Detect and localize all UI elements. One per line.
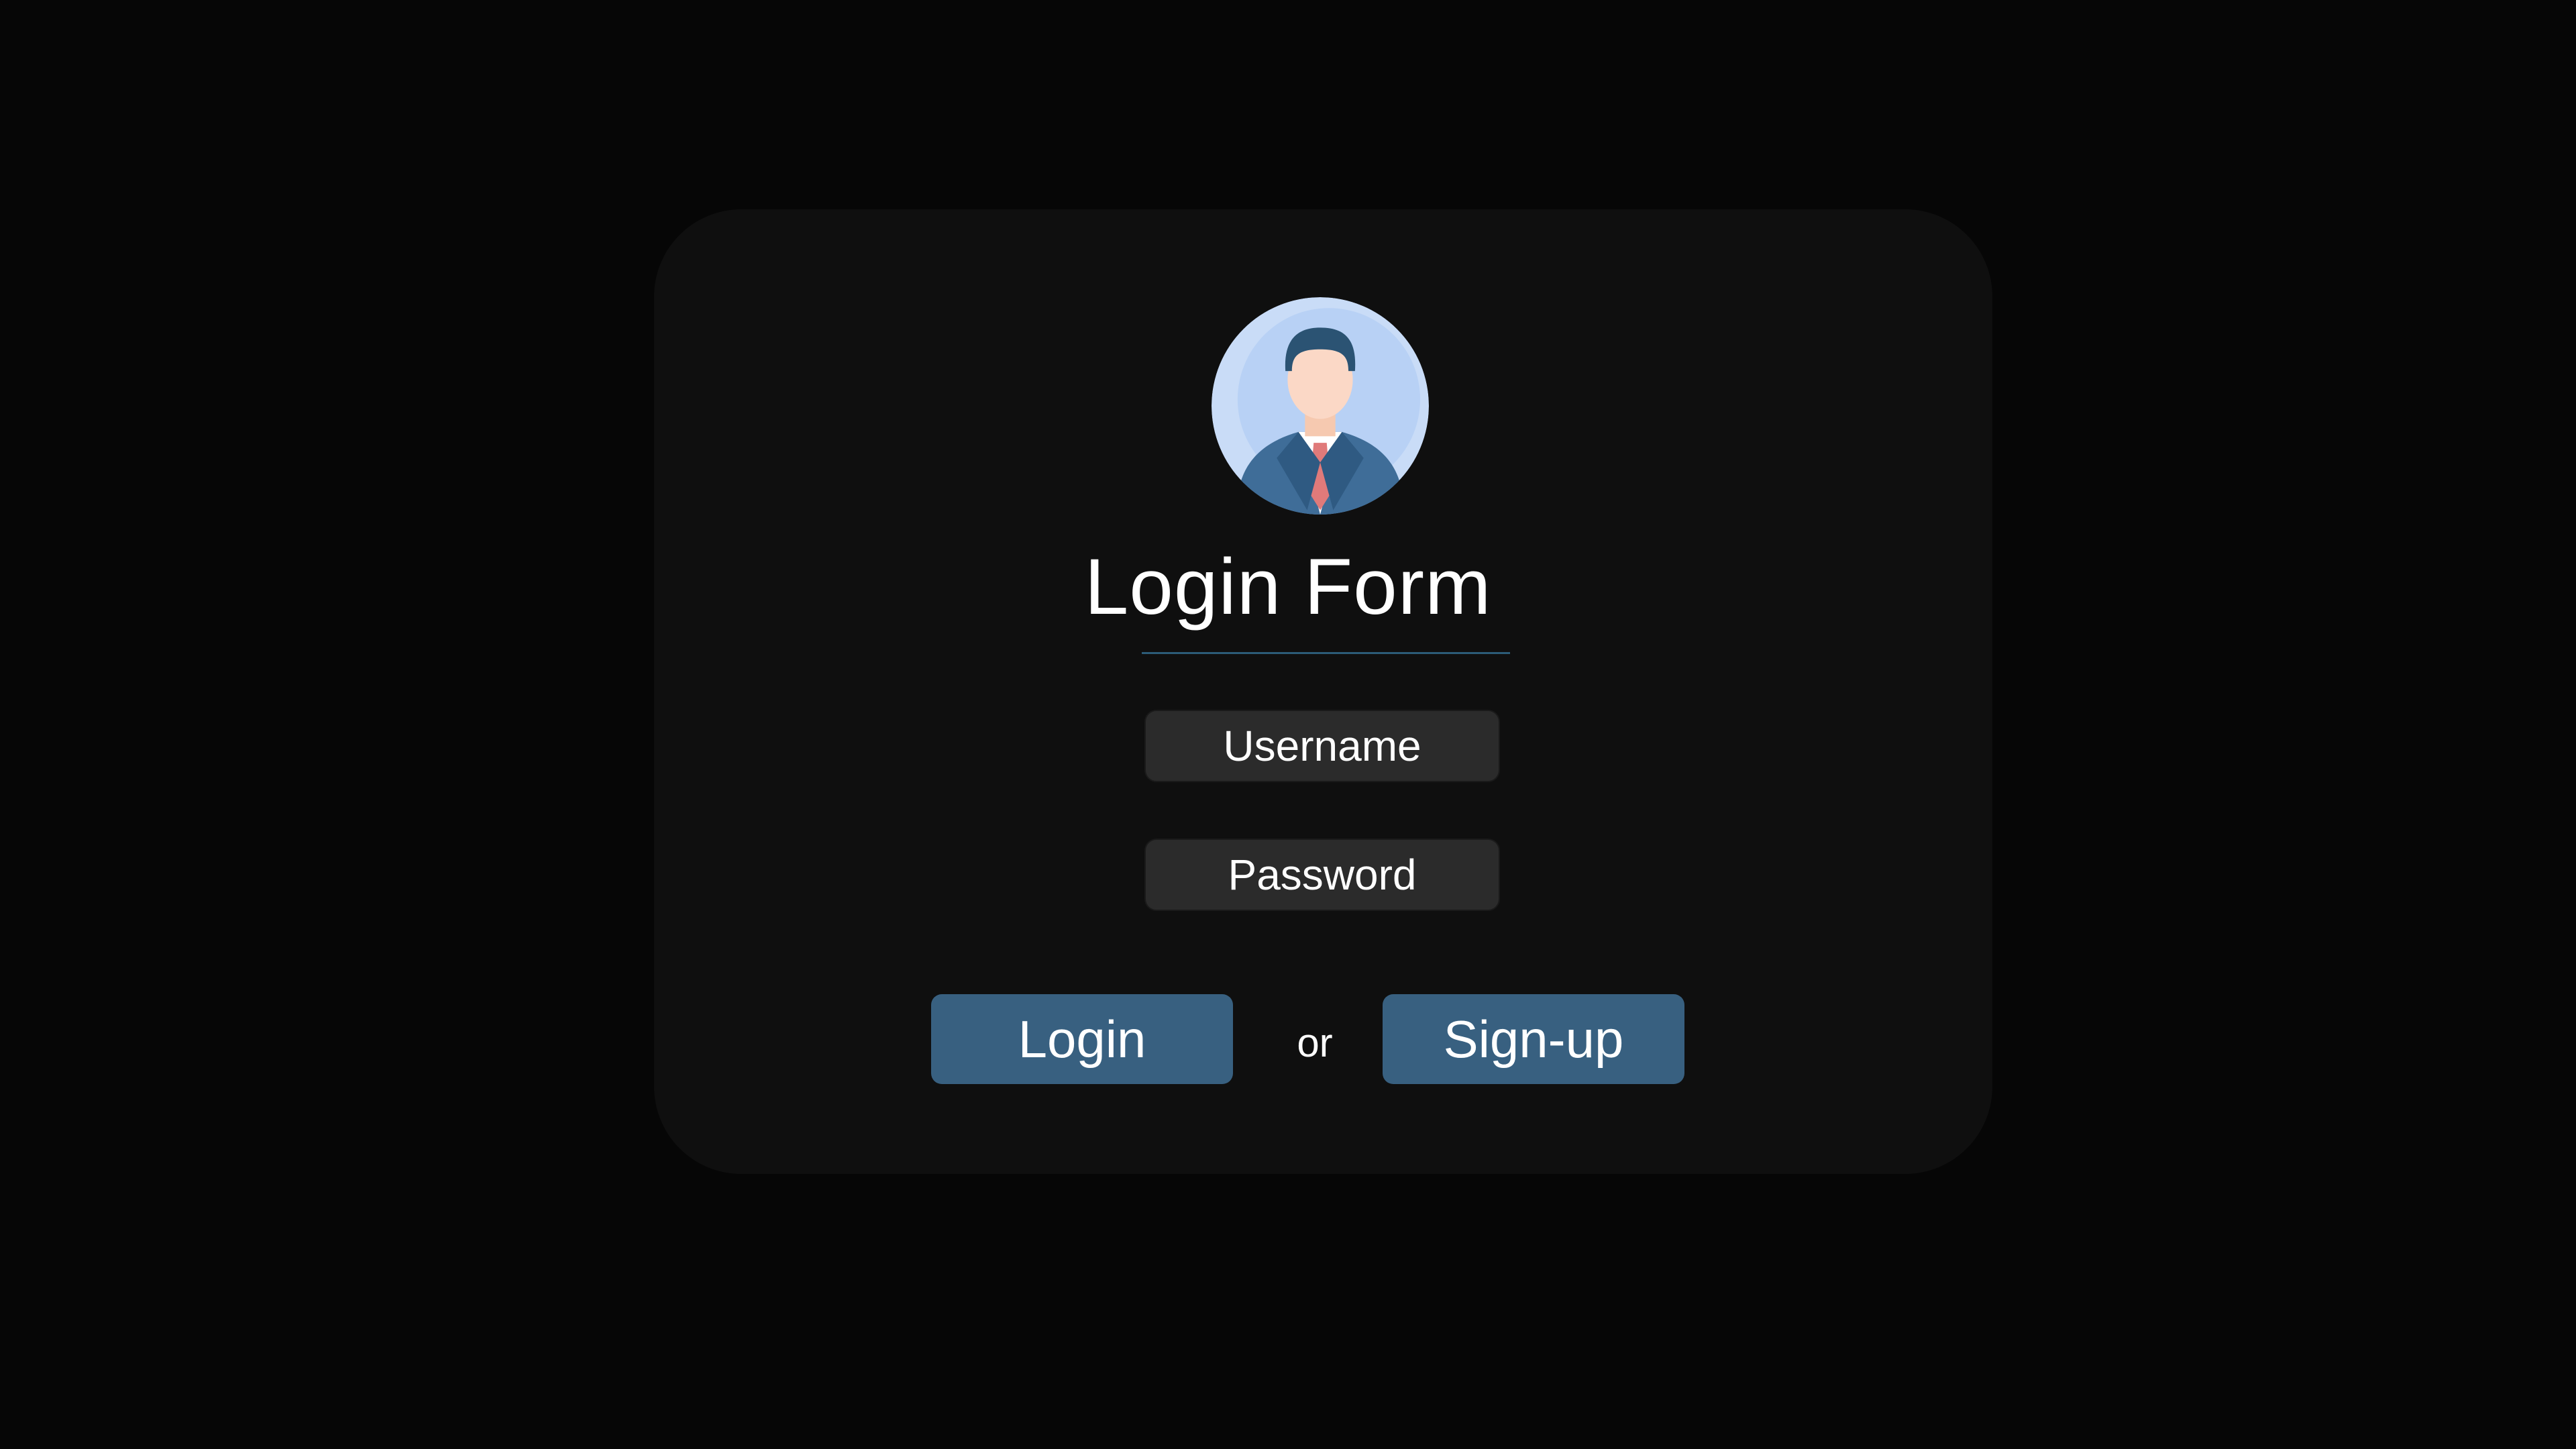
or-separator: or bbox=[1297, 1020, 1333, 1065]
signup-button[interactable]: Sign-up bbox=[1383, 994, 1684, 1084]
password-input[interactable]: Password bbox=[1144, 839, 1500, 911]
title-underline bbox=[1142, 652, 1510, 654]
login-button[interactable]: Login bbox=[931, 994, 1233, 1084]
page-title: Login Form bbox=[1084, 543, 1492, 631]
page: Login Form Username Password Login or Si… bbox=[0, 0, 2576, 1449]
username-input[interactable]: Username bbox=[1144, 710, 1500, 782]
user-avatar-icon bbox=[1212, 297, 1429, 515]
